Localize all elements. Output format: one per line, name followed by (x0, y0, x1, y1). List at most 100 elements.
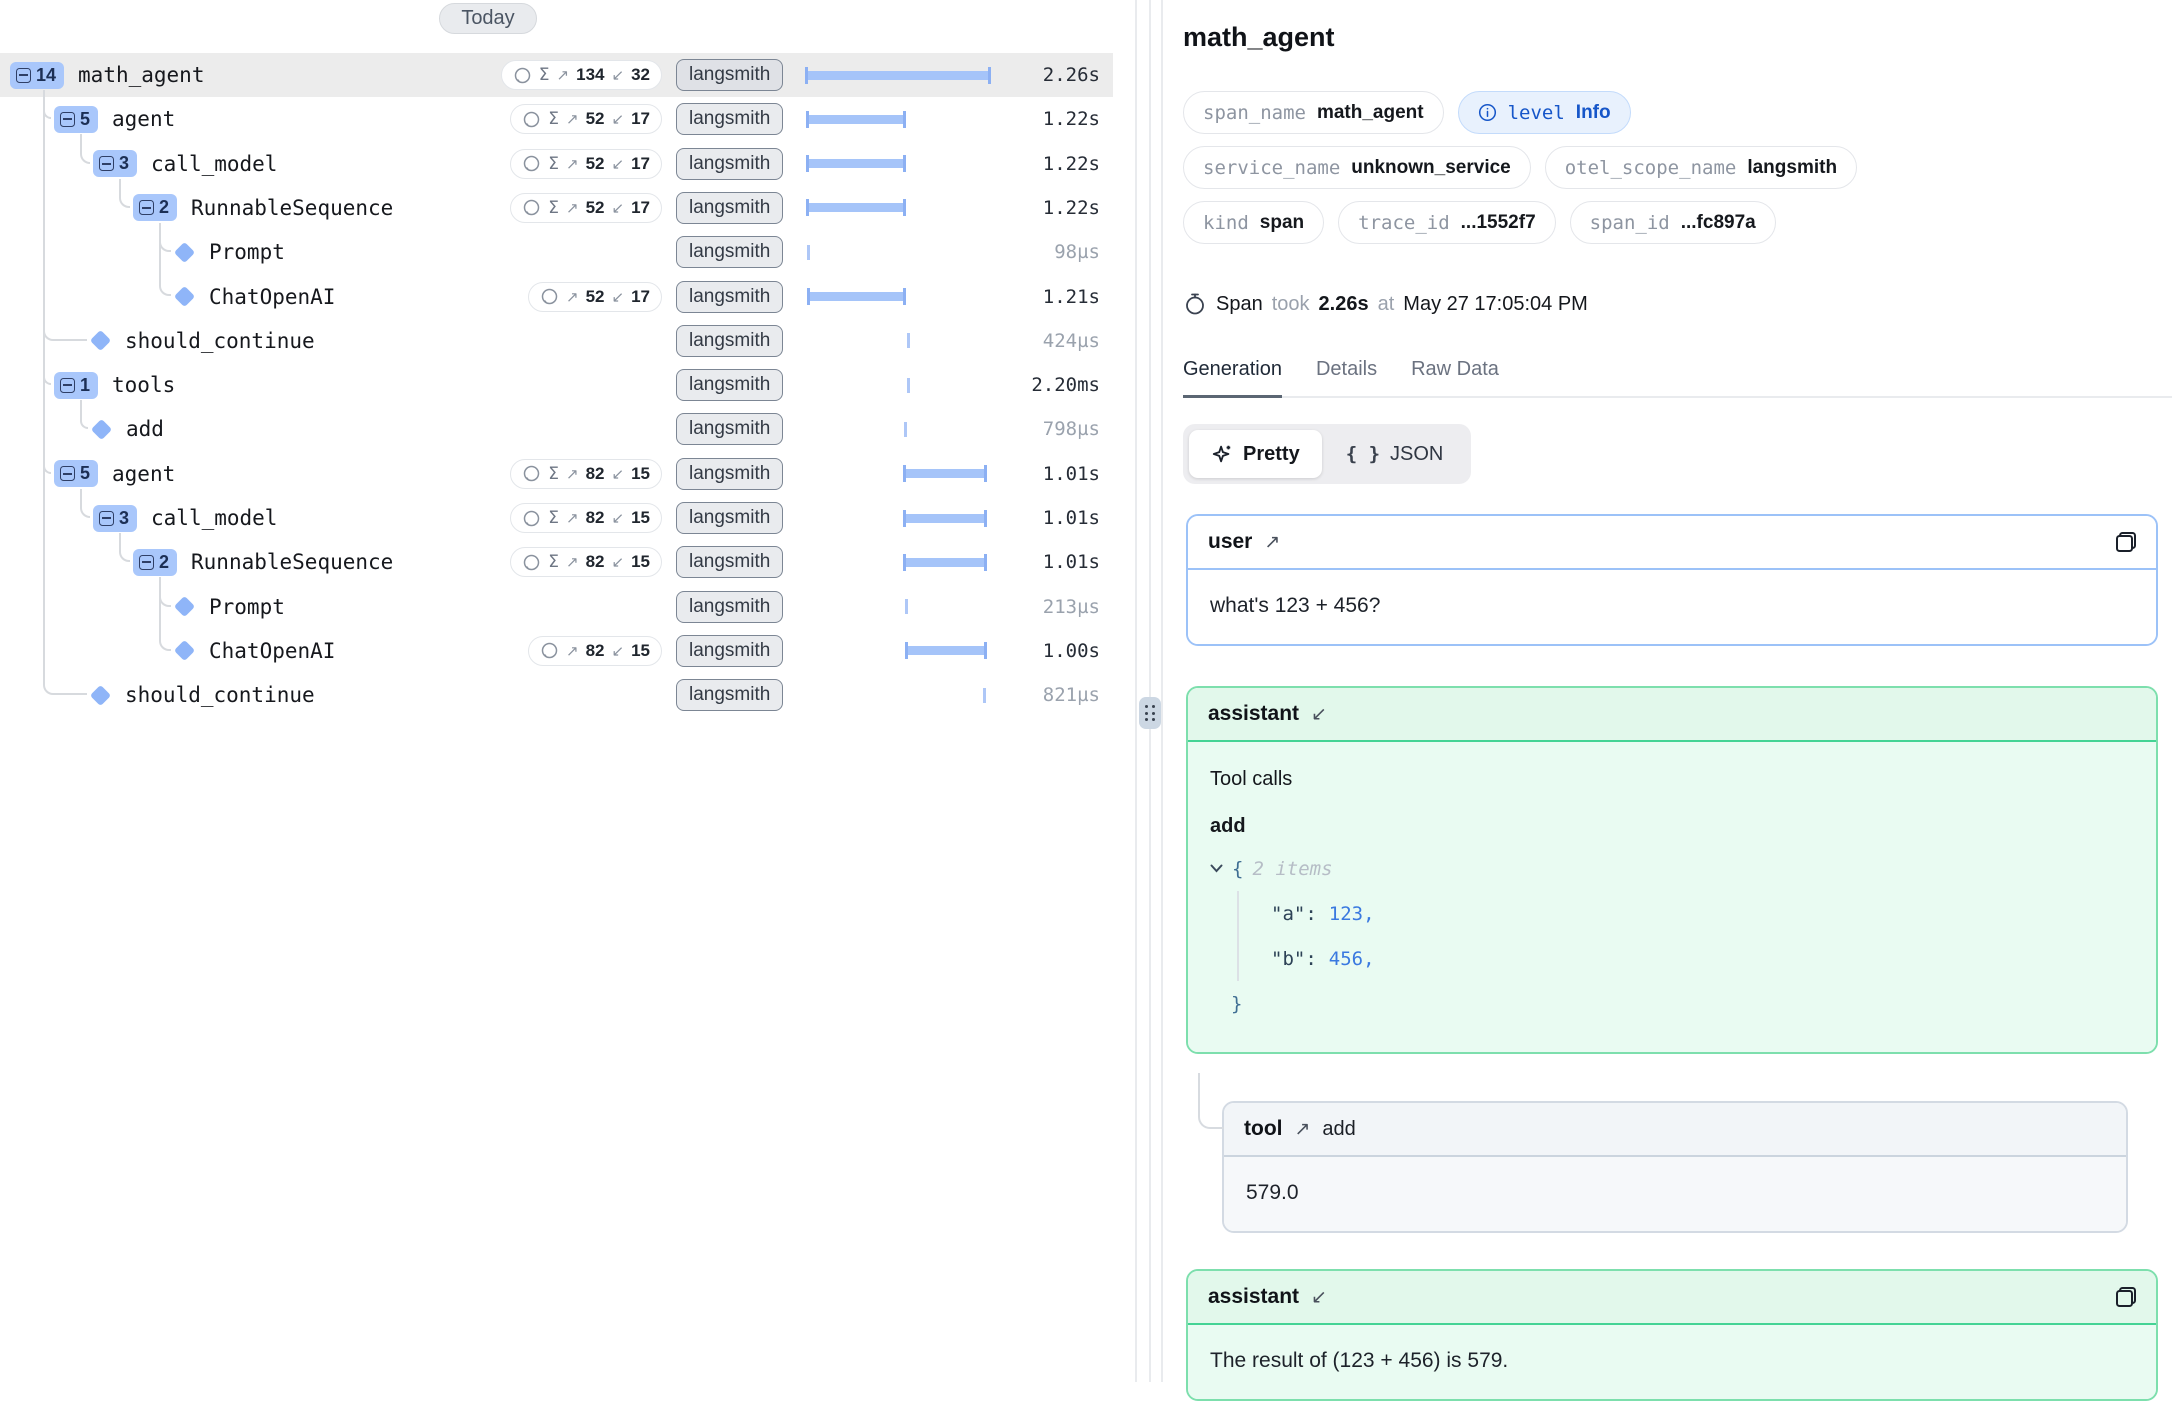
duration-label: 1.22s (1043, 108, 1100, 130)
collapse-minus-icon (139, 200, 154, 215)
waterfall-cell (806, 53, 990, 97)
span-name-label: RunnableSequence (191, 196, 393, 220)
sigma-total-icon: Σ (548, 552, 559, 572)
trace-row-ChatOpenAI[interactable]: ChatOpenAI↗52↙17langsmith1.21s (0, 275, 1113, 319)
input-arrow-icon: ↗ (566, 553, 579, 571)
trace-row-call_model[interactable]: 3call_modelΣ↗52↙17langsmith1.22s (0, 142, 1113, 186)
langsmith-tag-pill[interactable]: langsmith (676, 369, 783, 401)
tab-details[interactable]: Details (1316, 358, 1377, 396)
duration-label: 213µs (1043, 596, 1100, 618)
input-tokens: 82 (586, 641, 605, 661)
collapse-badge[interactable]: 3 (93, 505, 137, 532)
trace-row-agent[interactable]: 5agentΣ↗82↙15langsmith1.01s (0, 452, 1113, 496)
duration-bar (807, 203, 905, 212)
langsmith-tag-pill[interactable]: langsmith (676, 546, 783, 578)
trace-row-Prompt[interactable]: Promptlangsmith98µs (0, 230, 1113, 274)
input-tokens: 52 (586, 154, 605, 174)
role-label: assistant (1208, 1285, 1299, 1309)
duration-bar (807, 159, 905, 168)
collapse-badge[interactable]: 5 (54, 106, 98, 133)
detail-tabs: Generation Details Raw Data (1183, 358, 2172, 398)
collapse-badge[interactable]: 5 (54, 460, 98, 487)
output-tokens: 17 (631, 109, 650, 129)
pretty-toggle-button[interactable]: Pretty (1189, 430, 1322, 478)
trace-row-should_continue[interactable]: should_continuelangsmith821µs (0, 673, 1113, 717)
child-run-count: 14 (36, 65, 56, 86)
waterfall-cell (806, 186, 990, 230)
tokens-coin-icon (540, 287, 559, 306)
span-name-label: call_model (151, 152, 277, 176)
tool-name-label: add (1322, 1118, 1355, 1141)
trace-row-RunnableSequence[interactable]: 2RunnableSequenceΣ↗82↙15langsmith1.01s (0, 540, 1113, 584)
duration-tick (904, 422, 907, 437)
langsmith-tag-pill[interactable]: langsmith (676, 325, 783, 357)
collapse-badge[interactable]: 14 (10, 62, 64, 89)
langsmith-tag-pill[interactable]: langsmith (676, 148, 783, 180)
trace-row-math_agent[interactable]: 14math_agentΣ↗134↙32langsmith2.26s (0, 53, 1113, 97)
span-name-label: call_model (151, 506, 277, 530)
input-tokens: 52 (586, 198, 605, 218)
collapse-badge[interactable]: 2 (133, 194, 177, 221)
tool-call-args-json: { 2 items "a":123,"b":456, } (1210, 846, 2134, 1026)
langsmith-tag-pill[interactable]: langsmith (676, 413, 783, 445)
trace-row-tools[interactable]: 1toolslangsmith2.20ms (0, 363, 1113, 407)
waterfall-cell (806, 363, 990, 407)
tab-raw-data[interactable]: Raw Data (1411, 358, 1499, 396)
child-run-count: 5 (80, 463, 90, 484)
role-label: tool (1244, 1117, 1282, 1141)
trace-row-ChatOpenAI[interactable]: ChatOpenAI↗82↙15langsmith1.00s (0, 629, 1113, 673)
attribute-value: ...1552f7 (1461, 212, 1536, 234)
tool-result-header: tool ↗ add (1224, 1103, 2126, 1157)
leaf-diamond-icon (174, 286, 195, 307)
collapse-badge[interactable]: 3 (93, 150, 137, 177)
trace-row-call_model[interactable]: 3call_modelΣ↗82↙15langsmith1.01s (0, 496, 1113, 540)
waterfall-cell (806, 319, 990, 363)
trace-row-add[interactable]: addlangsmith798µs (0, 407, 1113, 451)
output-tokens: 17 (631, 198, 650, 218)
divider-drag-handle[interactable] (1139, 697, 1161, 729)
input-tokens: 52 (586, 109, 605, 129)
span-name-label: math_agent (78, 63, 204, 87)
trace-row-RunnableSequence[interactable]: 2RunnableSequenceΣ↗52↙17langsmith1.22s (0, 186, 1113, 230)
langsmith-tag-pill[interactable]: langsmith (676, 192, 783, 224)
collapse-badge[interactable]: 1 (54, 372, 98, 399)
duration-label: 424µs (1043, 330, 1100, 352)
duration-bar (904, 514, 986, 523)
tokens-coin-icon (522, 553, 541, 572)
copy-icon[interactable] (2116, 1287, 2136, 1307)
input-arrow-icon: ↗ (566, 642, 579, 660)
assistant-final-card: assistant ↙ The result of (123 + 456) is… (1186, 1269, 2158, 1401)
close-brace: } (1231, 993, 1242, 1015)
info-icon (1478, 103, 1497, 122)
trace-row-agent[interactable]: 5agentΣ↗52↙17langsmith1.22s (0, 97, 1113, 141)
waterfall-cell (806, 275, 990, 319)
message-cards: user ↗ what's 123 + 456? assistant ↙ Too… (1186, 514, 2158, 1401)
collapse-minus-icon (16, 68, 31, 83)
input-arrow-icon: ↗ (566, 465, 579, 483)
langsmith-tag-pill[interactable]: langsmith (676, 591, 783, 623)
json-toggle-button[interactable]: { } JSON (1324, 430, 1466, 478)
langsmith-tag-pill[interactable]: langsmith (676, 458, 783, 490)
collapse-badge[interactable]: 2 (133, 549, 177, 576)
tab-generation[interactable]: Generation (1183, 358, 1282, 396)
trace-row-Prompt[interactable]: Promptlangsmith213µs (0, 585, 1113, 629)
langsmith-tag-pill[interactable]: langsmith (676, 236, 783, 268)
langsmith-tag-pill[interactable]: langsmith (676, 281, 783, 313)
chevron-down-icon[interactable] (1210, 864, 1223, 873)
duration-bar (904, 469, 986, 478)
attribute-key: kind (1203, 212, 1249, 234)
langsmith-tag-pill[interactable]: langsmith (676, 59, 783, 91)
span-name-label: should_continue (125, 683, 315, 707)
langsmith-tag-pill[interactable]: langsmith (676, 103, 783, 135)
attribute-pill-level: levelInfo (1458, 91, 1631, 134)
copy-icon[interactable] (2116, 532, 2136, 552)
role-label: user (1208, 530, 1252, 554)
tool-call-name: add (1210, 815, 2134, 838)
langsmith-tag-pill[interactable]: langsmith (676, 635, 783, 667)
langsmith-tag-pill[interactable]: langsmith (676, 502, 783, 534)
timing-timestamp: May 27 17:05:04 PM (1403, 293, 1588, 316)
langsmith-tag-pill[interactable]: langsmith (676, 679, 783, 711)
input-tokens: 82 (586, 552, 605, 572)
trace-row-should_continue[interactable]: should_continuelangsmith424µs (0, 319, 1113, 363)
tokens-coin-icon (522, 509, 541, 528)
